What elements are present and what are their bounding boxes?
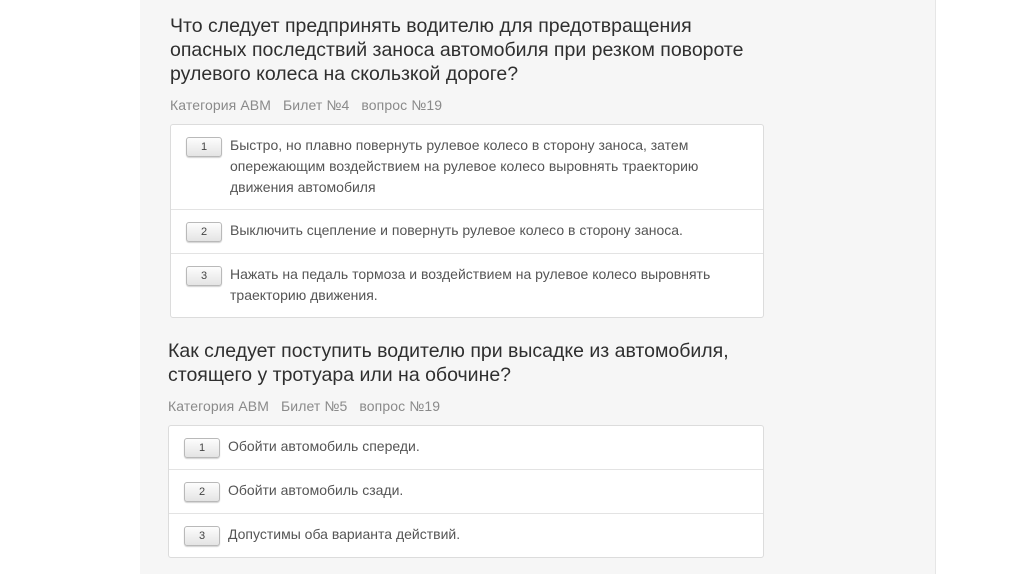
answer-number-button[interactable]: 2	[186, 222, 222, 242]
answer-option-1[interactable]: 1 Быстро, но плавно повернуть рулевое ко…	[171, 125, 763, 209]
question-block-1: Что следует предпринять водителю для пре…	[170, 14, 770, 318]
answer-option-3[interactable]: 3 Нажать на педаль тормоза и воздействие…	[171, 253, 763, 317]
answer-option-2[interactable]: 2 Выключить сцепление и повернуть рулево…	[171, 209, 763, 253]
answer-text: Выключить сцепление и повернуть рулевое …	[230, 222, 683, 238]
page: Что следует предпринять водителю для пре…	[0, 0, 1024, 574]
answer-text: Обойти автомобиль сзади.	[228, 482, 404, 498]
answer-text: Нажать на педаль тормоза и воздействием …	[230, 266, 711, 303]
ticket-label: Билет №4	[282, 97, 350, 113]
answer-number-button[interactable]: 3	[186, 266, 222, 286]
category-label: Категория ABM	[168, 398, 269, 414]
answer-option-3[interactable]: 3 Допустимы оба варианта действий.	[169, 513, 763, 557]
answer-text: Быстро, но плавно повернуть рулевое коле…	[230, 137, 699, 195]
answer-text: Допустимы оба варианта действий.	[228, 526, 461, 542]
answer-text: Обойти автомобиль спереди.	[228, 438, 420, 454]
question-block-2: Как следует поступить водителю при высад…	[168, 339, 768, 558]
answer-number-button[interactable]: 3	[184, 526, 220, 546]
question-number-label: вопрос №19	[359, 398, 441, 414]
answer-number-button[interactable]: 1	[186, 137, 222, 157]
question-meta: Категория ABM Билет №5 вопрос №19	[168, 398, 768, 414]
answer-list: 1 Обойти автомобиль спереди. 2 Обойти ав…	[168, 425, 764, 558]
answer-option-2[interactable]: 2 Обойти автомобиль сзади.	[169, 469, 763, 513]
answer-option-1[interactable]: 1 Обойти автомобиль спереди.	[169, 426, 763, 469]
answer-number-button[interactable]: 2	[184, 482, 220, 502]
question-title: Как следует поступить водителю при высад…	[168, 340, 729, 386]
answer-number-button[interactable]: 1	[184, 438, 220, 458]
ticket-label: Билет №5	[280, 398, 348, 414]
question-number-label: вопрос №19	[361, 97, 443, 113]
question-meta: Категория ABM Билет №4 вопрос №19	[170, 97, 770, 113]
answer-list: 1 Быстро, но плавно повернуть рулевое ко…	[170, 124, 764, 318]
category-label: Категория ABM	[170, 97, 271, 113]
question-title: Что следует предпринять водителю для пре…	[170, 15, 744, 85]
